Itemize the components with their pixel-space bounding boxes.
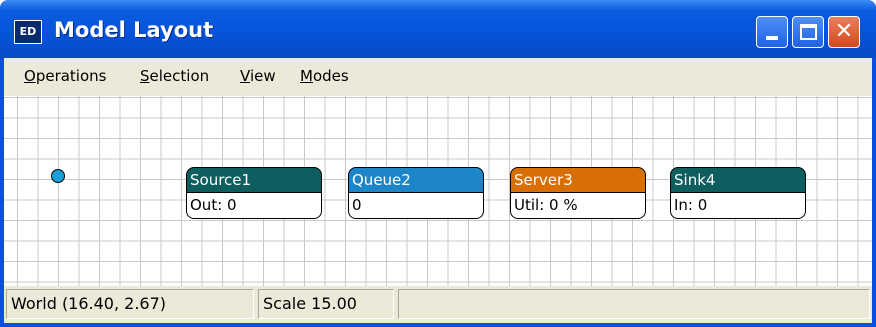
- menu-selection[interactable]: Selection: [140, 67, 209, 85]
- app-icon[interactable]: ED: [14, 20, 42, 44]
- node-server3-value: Util: 0 %: [510, 193, 646, 219]
- node-server3-title: Server3: [510, 167, 646, 193]
- menu-bar: Operations Selection View Modes: [4, 58, 872, 96]
- minimize-icon: [766, 36, 778, 40]
- menu-view-label: iew: [249, 67, 276, 85]
- status-extra-pane: [398, 289, 870, 319]
- node-source1-value: Out: 0: [186, 193, 322, 219]
- menu-operations[interactable]: Operations: [24, 67, 106, 85]
- window-title: Model Layout: [54, 18, 214, 42]
- origin-marker[interactable]: [51, 169, 65, 183]
- node-queue2-value: 0: [348, 193, 484, 219]
- maximize-icon: [800, 24, 817, 40]
- menu-selection-label: election: [149, 67, 210, 85]
- node-server3[interactable]: Server3 Util: 0 %: [510, 167, 646, 221]
- node-queue2[interactable]: Queue2 0: [348, 167, 484, 221]
- menu-view-mnemonic: V: [240, 67, 250, 85]
- menu-operations-mnemonic: O: [24, 67, 36, 85]
- close-icon: ✕: [834, 19, 854, 44]
- status-bar: World (16.40, 2.67) Scale 15.00: [4, 286, 872, 323]
- menu-modes-label: odes: [312, 67, 349, 85]
- menu-selection-mnemonic: S: [140, 67, 150, 85]
- menu-view[interactable]: View: [240, 67, 276, 85]
- status-scale: Scale 15.00: [258, 289, 394, 319]
- minimize-button[interactable]: [756, 16, 788, 48]
- title-bar[interactable]: ED Model Layout ✕: [0, 0, 876, 58]
- node-queue2-title: Queue2: [348, 167, 484, 193]
- menu-modes[interactable]: Modes: [300, 67, 349, 85]
- menu-modes-mnemonic: M: [300, 67, 313, 85]
- status-world-coordinates: World (16.40, 2.67): [6, 289, 254, 319]
- node-sink4[interactable]: Sink4 In: 0: [670, 167, 806, 221]
- node-source1-title: Source1: [186, 167, 322, 193]
- close-button[interactable]: ✕: [828, 16, 860, 48]
- model-layout-window: ED Model Layout ✕ Operations Selection V…: [0, 0, 876, 327]
- node-sink4-title: Sink4: [670, 167, 806, 193]
- layout-canvas[interactable]: Source1 Out: 0 Queue2 0 Server3 Util: 0 …: [4, 96, 872, 286]
- node-source1[interactable]: Source1 Out: 0: [186, 167, 322, 221]
- maximize-button[interactable]: [792, 16, 824, 48]
- node-sink4-value: In: 0: [670, 193, 806, 219]
- menu-operations-label: perations: [35, 67, 107, 85]
